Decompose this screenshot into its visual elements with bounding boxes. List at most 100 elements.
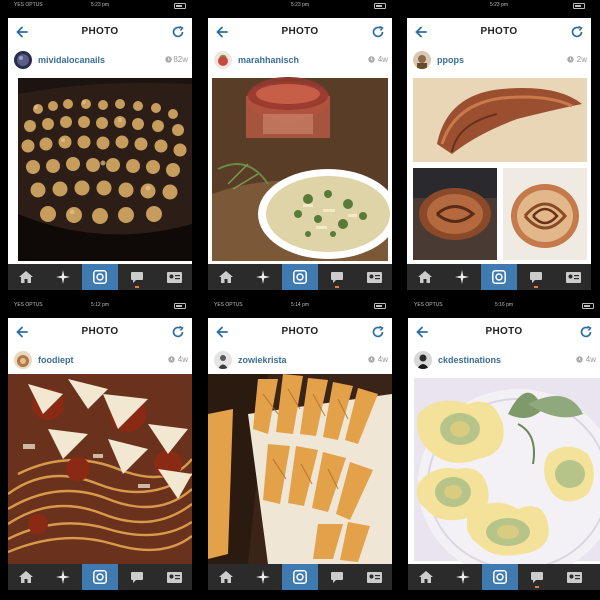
status-bar: YES OPTUS 5:14 pm (208, 300, 392, 318)
activity-icon (131, 571, 143, 583)
battery-icon (573, 3, 585, 9)
post-age: 4w (377, 355, 388, 364)
tab-explore[interactable] (445, 564, 481, 590)
tab-activity[interactable] (519, 564, 555, 590)
tab-home[interactable] (208, 564, 244, 590)
refresh-icon[interactable] (171, 325, 185, 339)
post-header: mividalocanails 82w (8, 46, 192, 75)
tab-activity[interactable] (119, 564, 155, 590)
post-photo[interactable] (8, 74, 192, 264)
camera-icon (293, 270, 307, 284)
tab-camera[interactable] (282, 264, 318, 290)
tab-profile[interactable] (356, 564, 392, 590)
tab-camera[interactable] (82, 564, 118, 590)
clock-label: 5:23 pm (90, 2, 110, 8)
username[interactable]: marahhanisch (238, 55, 299, 65)
tab-home[interactable] (407, 264, 443, 290)
tab-camera[interactable] (282, 564, 318, 590)
avatar[interactable] (14, 51, 32, 69)
status-bar: YES OPTUS 5:12 pm (8, 300, 192, 318)
tab-explore[interactable] (45, 264, 81, 290)
tab-explore[interactable] (245, 264, 281, 290)
tab-home[interactable] (408, 564, 444, 590)
refresh-icon[interactable] (371, 325, 385, 339)
nav-bar: PHOTO (208, 18, 392, 47)
nav-bar: PHOTO (408, 318, 600, 347)
tab-bar (8, 264, 192, 290)
username[interactable]: ppops (437, 55, 464, 65)
username[interactable]: zowiekrista (238, 355, 287, 365)
tab-home[interactable] (208, 264, 244, 290)
tab-camera[interactable] (482, 564, 518, 590)
post-photo[interactable] (208, 374, 392, 564)
post-photo[interactable] (407, 74, 591, 264)
tab-home[interactable] (8, 564, 44, 590)
tab-profile[interactable] (556, 564, 592, 590)
post-age: 4w (377, 55, 388, 64)
battery-icon (374, 3, 386, 9)
post-age: 4w (177, 355, 188, 364)
tab-explore[interactable] (245, 564, 281, 590)
battery-icon (374, 303, 386, 309)
notification-dot (135, 286, 139, 288)
activity-icon (131, 271, 143, 283)
post-photo[interactable] (8, 374, 192, 564)
refresh-icon[interactable] (371, 25, 385, 39)
explore-icon (56, 270, 70, 284)
post-header: marahhanisch 4w (208, 46, 392, 75)
home-icon (219, 271, 233, 283)
page-title: PHOTO (281, 326, 319, 337)
home-icon (419, 571, 433, 583)
clock-label: 5:12 pm (90, 302, 110, 308)
activity-icon (331, 571, 343, 583)
profile-icon (366, 571, 382, 583)
avatar[interactable] (214, 51, 232, 69)
screen-3: 5:23 pm PHOTO ppops 2w (407, 0, 591, 300)
clock-label: 5:14 pm (290, 302, 310, 308)
post-age: 82w (173, 55, 188, 64)
clock-icon (567, 56, 574, 63)
refresh-icon[interactable] (171, 25, 185, 39)
tab-activity[interactable] (518, 264, 554, 290)
profile-icon (565, 271, 581, 283)
refresh-icon[interactable] (570, 25, 584, 39)
tab-activity[interactable] (319, 564, 355, 590)
tab-bar (208, 564, 392, 590)
activity-icon (530, 271, 542, 283)
notification-dot (335, 286, 339, 288)
tab-activity[interactable] (119, 264, 155, 290)
tab-profile[interactable] (555, 264, 591, 290)
avatar[interactable] (414, 351, 432, 369)
post-age: 2w (576, 55, 587, 64)
avatar[interactable] (413, 51, 431, 69)
nav-bar: PHOTO (8, 18, 192, 47)
tab-camera[interactable] (481, 264, 517, 290)
home-icon (19, 571, 33, 583)
explore-icon (56, 570, 70, 584)
tab-bar (408, 564, 600, 590)
username[interactable]: mividalocanails (38, 55, 105, 65)
avatar[interactable] (214, 351, 232, 369)
screen-4: YES OPTUS 5:12 pm PHOTO foodiept 4w (8, 300, 192, 600)
tab-profile[interactable] (156, 264, 192, 290)
camera-icon (493, 570, 507, 584)
tab-profile[interactable] (356, 264, 392, 290)
tab-bar (208, 264, 392, 290)
explore-icon (256, 570, 270, 584)
tab-profile[interactable] (156, 564, 192, 590)
username[interactable]: ckdestinations (438, 355, 501, 365)
profile-icon (166, 271, 182, 283)
post-photo[interactable] (208, 74, 392, 264)
avatar[interactable] (14, 351, 32, 369)
profile-icon (166, 571, 182, 583)
screen-2: 5:23 pm PHOTO marahhanisch 4w (208, 0, 392, 300)
username[interactable]: foodiept (38, 355, 74, 365)
tab-explore[interactable] (45, 564, 81, 590)
tab-activity[interactable] (319, 264, 355, 290)
tab-camera[interactable] (82, 264, 118, 290)
tab-home[interactable] (8, 264, 44, 290)
refresh-icon[interactable] (579, 325, 593, 339)
battery-icon (582, 303, 594, 309)
post-photo[interactable] (408, 374, 600, 564)
tab-explore[interactable] (444, 264, 480, 290)
